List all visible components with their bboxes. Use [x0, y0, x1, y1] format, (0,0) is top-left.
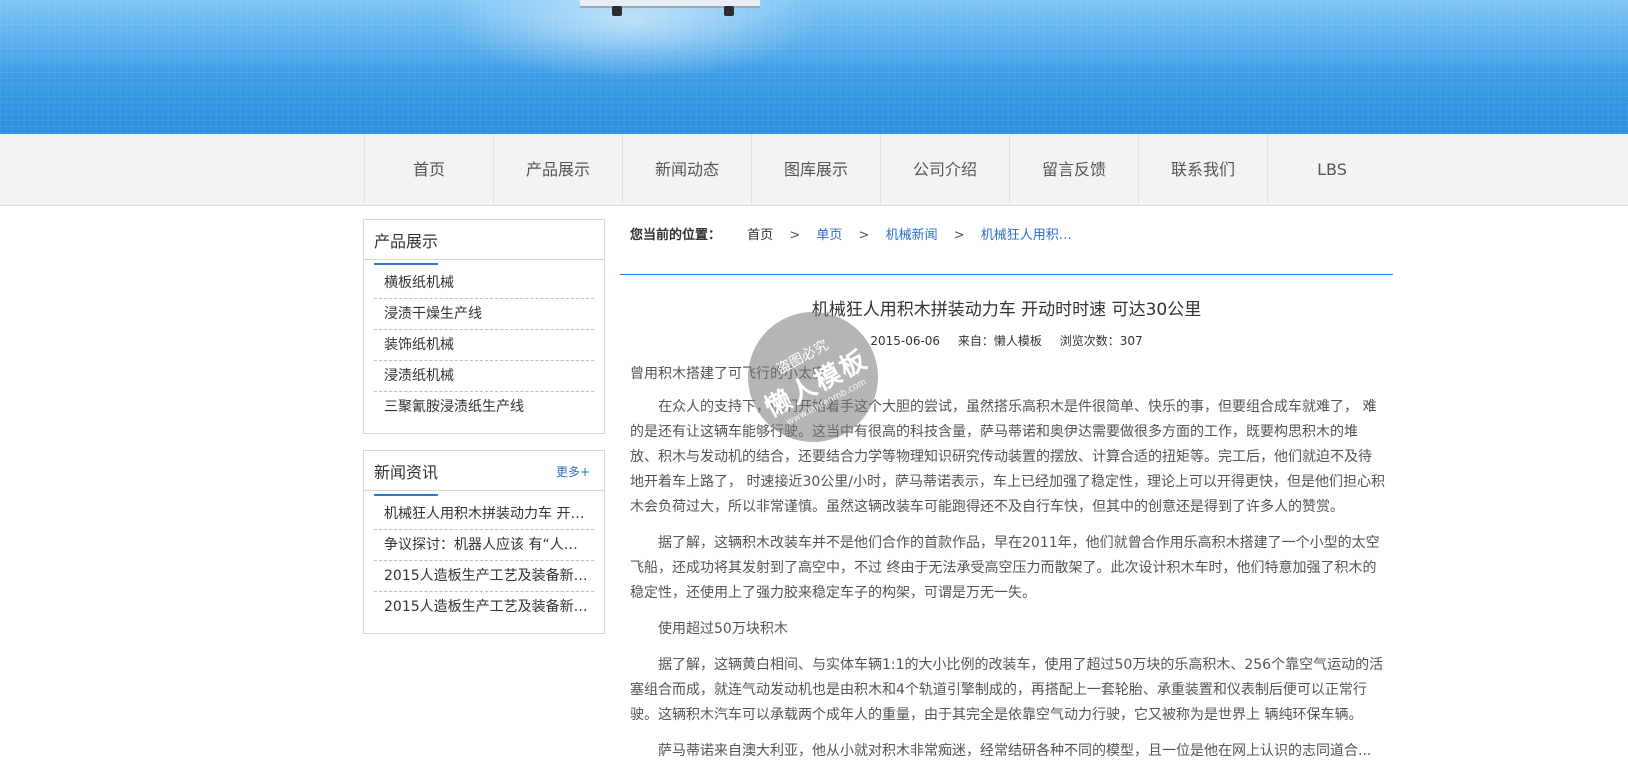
list-item[interactable]: 三聚氰胺浸渍纸生产线 — [374, 392, 594, 423]
nav-item-home[interactable]: 首页 — [364, 134, 493, 206]
breadcrumb-separator: > — [789, 228, 801, 243]
article-source: 来自：懒人模板 — [957, 334, 1042, 348]
sidebar-news-title: 新闻资讯 — [374, 459, 439, 496]
list-item[interactable]: 2015人造板生产工艺及装备新技… — [374, 561, 594, 592]
article-paragraph: 曾用积木搭建了可飞行的小太空 — [630, 366, 826, 382]
nav-item-lbs[interactable]: LBS — [1267, 134, 1396, 206]
breadcrumb-item-page[interactable]: 单页 — [816, 220, 842, 252]
list-item[interactable]: 装饰纸机械 — [374, 330, 594, 361]
article-meta: 2015-06-06 来自：懒人模板 浏览次数：307 — [620, 332, 1393, 349]
sidebar-news-box: 新闻资讯 更多+ 机械狂人用积木拼装动力车 开… 争议探讨：机器人应该 有“人…… — [363, 450, 605, 634]
article-date: 2015-06-06 — [870, 334, 941, 348]
article-paragraph: 在众人的支持下，他们开始着手这个大胆的尝试，虽然搭乐高积木是件很简单、快乐的事，… — [630, 399, 1385, 515]
nav-item-news[interactable]: 新闻动态 — [622, 134, 751, 206]
nav-item-about[interactable]: 公司介绍 — [880, 134, 1009, 206]
breadcrumb-item-current[interactable]: 机械狂人用积… — [981, 220, 1072, 252]
sidebar-products-title: 产品展示 — [374, 228, 439, 265]
list-item[interactable]: 机械狂人用积木拼装动力车 开… — [374, 499, 594, 530]
nav-item-gallery[interactable]: 图库展示 — [751, 134, 880, 206]
breadcrumb-separator: > — [858, 228, 870, 243]
nav-item-products[interactable]: 产品展示 — [493, 134, 622, 206]
article-views: 浏览次数：307 — [1059, 334, 1143, 348]
list-item[interactable]: 横板纸机械 — [374, 268, 594, 299]
nav-item-contact[interactable]: 联系我们 — [1138, 134, 1267, 206]
breadcrumb-item-category[interactable]: 机械新闻 — [886, 220, 938, 252]
breadcrumb-label: 您当前的位置： — [630, 228, 722, 243]
article-title: 机械狂人用积木拼装动力车 开动时时速 可达30公里 — [811, 300, 1202, 320]
article-paragraph: 据了解，这辆积木改装车并不是他们合作的首款作品，早在2011年，他们就曾合作用乐… — [630, 535, 1380, 601]
nav-item-feedback[interactable]: 留言反馈 — [1009, 134, 1138, 206]
list-item[interactable]: 争议探讨：机器人应该 有“人… — [374, 530, 594, 561]
article-subheading: 使用超过50万块积木 — [658, 621, 788, 637]
list-item[interactable]: 浸渍干燥生产线 — [374, 299, 594, 330]
banner-glow — [440, 0, 820, 80]
banner-machine-image — [580, 0, 760, 16]
breadcrumb-separator: > — [953, 228, 965, 243]
sidebar-products-header: 产品展示 — [364, 220, 604, 265]
article-paragraph: 据了解，这辆黄白相间、与实体车辆1:1的大小比例的改装车，使用了超过50万块的乐… — [630, 657, 1384, 723]
article-paragraph: 萨马蒂诺来自澳大利亚，他从小就对积木非常痴迷，经常结研各种不同的模型，且一位是他… — [658, 743, 1372, 759]
news-more-link[interactable]: 更多+ — [556, 463, 590, 480]
breadcrumb: 您当前的位置： 首页 > 单页 > 机械新闻 > 机械狂人用积… — [620, 220, 1393, 275]
sidebar-products-box: 产品展示 横板纸机械 浸渍干燥生产线 装饰纸机械 浸渍纸机械 三聚氰胺浸渍纸生产… — [363, 219, 605, 434]
list-item[interactable]: 浸渍纸机械 — [374, 361, 594, 392]
list-item[interactable]: 2015人造板生产工艺及装备新技… — [374, 592, 594, 623]
header-banner — [0, 0, 1628, 134]
article-body: 曾用积木搭建了可飞行的小太空 在众人的支持下，他们开始着手这个大胆的尝试，虽然搭… — [630, 362, 1385, 775]
breadcrumb-item-home[interactable]: 首页 — [747, 220, 773, 252]
main-nav: 首页 产品展示 新闻动态 图库展示 公司介绍 留言反馈 联系我们 LBS — [0, 134, 1628, 206]
sidebar-news-list: 机械狂人用积木拼装动力车 开… 争议探讨：机器人应该 有“人… 2015人造板生… — [364, 491, 604, 629]
sidebar-news-header: 新闻资讯 更多+ — [364, 451, 604, 496]
sidebar-products-list: 横板纸机械 浸渍干燥生产线 装饰纸机械 浸渍纸机械 三聚氰胺浸渍纸生产线 — [364, 260, 604, 429]
